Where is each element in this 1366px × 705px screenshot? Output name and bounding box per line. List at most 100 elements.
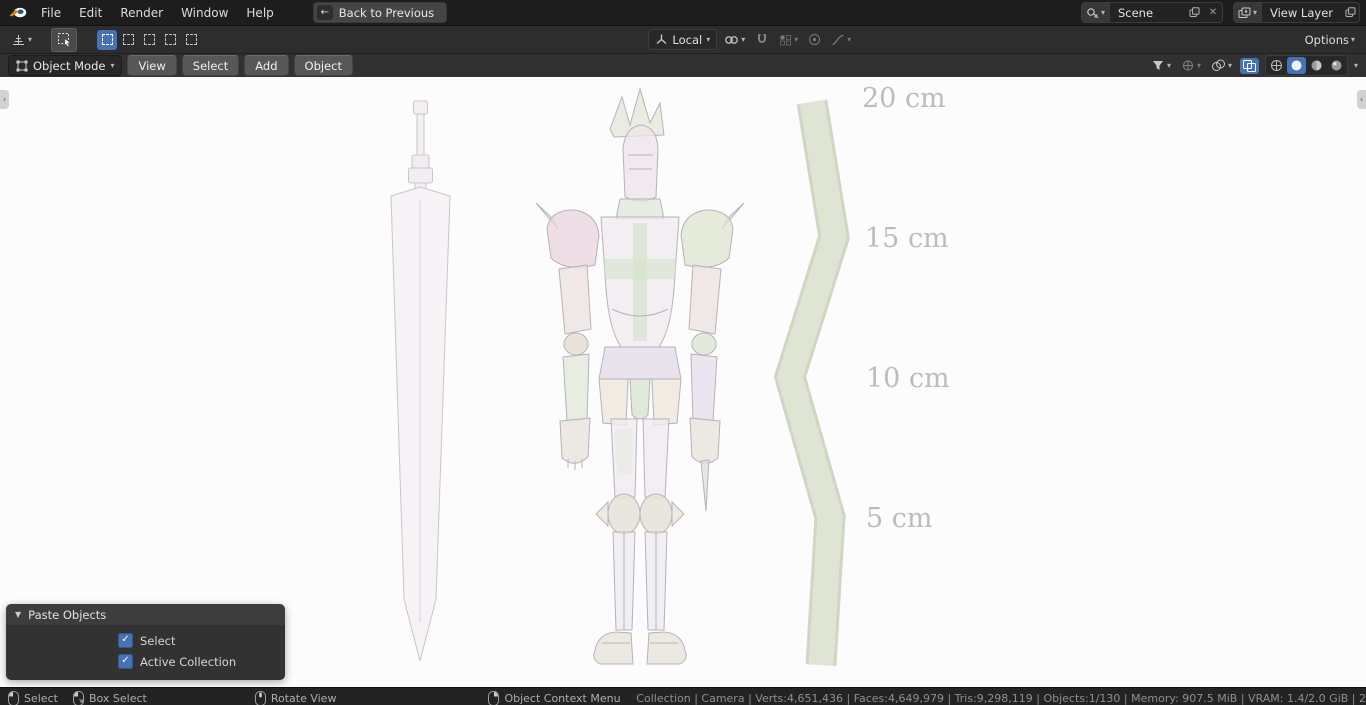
menu-render[interactable]: Render	[111, 4, 172, 22]
overlays-dropdown[interactable]: ▾	[1209, 58, 1234, 73]
shading-wireframe-button[interactable]	[1267, 57, 1286, 74]
select-mode-invert-button[interactable]	[160, 30, 180, 50]
select-checkbox-label: Select	[140, 634, 175, 648]
hint-box-select: Box Select	[73, 691, 147, 705]
select-mode-extend-button[interactable]	[118, 30, 138, 50]
mode-dropdown[interactable]: Object Mode ▾	[8, 55, 122, 76]
object-menu-button[interactable]: Object	[294, 55, 353, 76]
select-intersect-icon	[186, 34, 197, 45]
viewport-header-right: ▾ ▾ ▾	[1149, 55, 1358, 76]
hint-select-label: Select	[24, 692, 58, 705]
box-select-tool-icon	[57, 32, 72, 47]
hint-rotate-view: Rotate View	[255, 691, 337, 705]
new-scene-button[interactable]	[1186, 3, 1204, 22]
ruler-label-15cm: 15 cm	[865, 223, 949, 254]
snap-toggle-button[interactable]	[752, 33, 772, 46]
rendered-shading-icon	[1330, 59, 1343, 72]
ruler-model[interactable]	[790, 102, 834, 665]
object-visibility-filter-dropdown[interactable]: ▾	[1149, 58, 1173, 73]
material-shading-icon	[1310, 59, 1323, 72]
active-collection-checkbox[interactable]: ✓	[118, 654, 133, 669]
add-menu-button[interactable]: Add	[244, 55, 288, 76]
back-to-previous-button[interactable]: ← Back to Previous	[313, 2, 447, 23]
toolbar-expand-tab[interactable]: ›	[0, 90, 9, 109]
chevron-down-icon: ▾	[110, 62, 114, 70]
overlays-icon	[1211, 59, 1226, 72]
viewport-3d[interactable]: 20 cm 15 cm 10 cm 5 cm › ‹ ▼ Paste Objec…	[0, 77, 1366, 687]
orientation-axes-icon	[655, 33, 668, 46]
select-mode-subtract-button[interactable]	[139, 30, 159, 50]
gizmos-dropdown[interactable]: ▾	[1179, 58, 1203, 73]
tool-settings-bar: ▾ Local ▾	[0, 25, 1366, 53]
hint-select: Select	[8, 691, 58, 705]
options-label: Options	[1305, 33, 1349, 47]
duplicate-icon	[1189, 7, 1200, 18]
viewport-editor-icon	[11, 33, 26, 47]
snap-settings-dropdown[interactable]: ▾	[776, 34, 801, 46]
sword-model[interactable]	[391, 101, 450, 661]
select-set-icon	[102, 34, 113, 45]
shading-rendered-button[interactable]	[1327, 57, 1346, 74]
browse-view-layer-button[interactable]: ▾	[1234, 3, 1262, 22]
snap-pair-dropdown[interactable]: ▾	[721, 34, 748, 46]
chevron-down-icon: ▾	[28, 36, 32, 44]
left-mouse-drag-icon	[73, 691, 84, 705]
view-menu-button[interactable]: View	[127, 55, 176, 76]
transform-orientation-value: Local	[672, 33, 702, 47]
unlink-scene-button[interactable]: ✕	[1204, 3, 1222, 22]
right-mouse-button-icon	[488, 691, 499, 705]
browse-scene-button[interactable]: ▾	[1082, 3, 1110, 22]
ruler-label-20cm: 20 cm	[862, 83, 946, 114]
active-tool-box-select-button[interactable]	[51, 28, 77, 52]
shading-solid-button[interactable]	[1287, 57, 1306, 74]
menu-help[interactable]: Help	[237, 4, 282, 22]
chevron-down-icon: ▾	[1167, 62, 1171, 70]
view-layer-name-field[interactable]: View Layer	[1262, 6, 1341, 20]
chevron-down-icon: ▾	[741, 36, 745, 44]
proportional-editing-icon	[808, 33, 821, 46]
menu-edit[interactable]: Edit	[70, 4, 111, 22]
editor-type-button[interactable]: ▾	[8, 33, 35, 47]
object-mode-icon	[16, 60, 28, 72]
select-mode-set-button[interactable]	[97, 30, 117, 50]
paste-objects-panel-body: ✓ Select ✓ Active Collection	[6, 625, 285, 680]
shading-material-button[interactable]	[1307, 57, 1326, 74]
chevron-down-icon: ▾	[1197, 62, 1201, 70]
options-dropdown[interactable]: Options ▾	[1302, 33, 1358, 47]
mode-value: Object Mode	[33, 59, 105, 73]
view-layer-icon	[1238, 7, 1251, 19]
new-view-layer-button[interactable]	[1341, 3, 1359, 22]
scene-statistics: Collection | Camera | Verts:4,651,436 | …	[624, 692, 1366, 705]
hint-rotate-view-label: Rotate View	[271, 692, 337, 705]
collapse-triangle-icon: ▼	[15, 611, 21, 619]
knight-model[interactable]	[536, 89, 744, 664]
chevron-down-icon: ▾	[847, 36, 851, 44]
middle-mouse-button-icon	[255, 691, 266, 705]
ruler-label-5cm: 5 cm	[866, 503, 933, 534]
topbar: File Edit Render Window Help ← Back to P…	[0, 0, 1366, 25]
select-checkbox[interactable]: ✓	[118, 633, 133, 648]
sidebar-expand-tab[interactable]: ‹	[1357, 90, 1366, 109]
paste-objects-title: Paste Objects	[28, 608, 106, 622]
view-layer-selector: ▾ View Layer	[1233, 2, 1360, 23]
shading-options-dropdown[interactable]: ▾	[1354, 62, 1358, 70]
ruler-label-10cm: 10 cm	[866, 363, 950, 394]
select-invert-icon	[165, 34, 176, 45]
proportional-falloff-dropdown[interactable]: ▾	[828, 34, 854, 46]
scene-name-field[interactable]: Scene	[1110, 6, 1186, 20]
paste-objects-panel-header[interactable]: ▼ Paste Objects	[6, 604, 285, 625]
menu-window[interactable]: Window	[172, 4, 237, 22]
proportional-editing-button[interactable]	[805, 33, 824, 46]
active-collection-checkbox-label: Active Collection	[140, 655, 236, 669]
viewport-canvas: 20 cm 15 cm 10 cm 5 cm	[0, 77, 1366, 687]
transform-orientation-dropdown[interactable]: Local ▾	[648, 29, 717, 50]
back-arrow-icon: ←	[317, 5, 333, 20]
status-bar: Select Box Select Rotate View Object Con…	[0, 687, 1366, 705]
select-mode-intersect-button[interactable]	[181, 30, 201, 50]
chevron-down-icon: ▾	[1351, 36, 1355, 44]
xray-toggle-button[interactable]	[1240, 58, 1259, 74]
select-menu-button[interactable]: Select	[182, 55, 239, 76]
filter-funnel-icon	[1151, 59, 1165, 72]
blender-logo-icon[interactable]	[8, 5, 28, 20]
menu-file[interactable]: File	[32, 4, 70, 22]
